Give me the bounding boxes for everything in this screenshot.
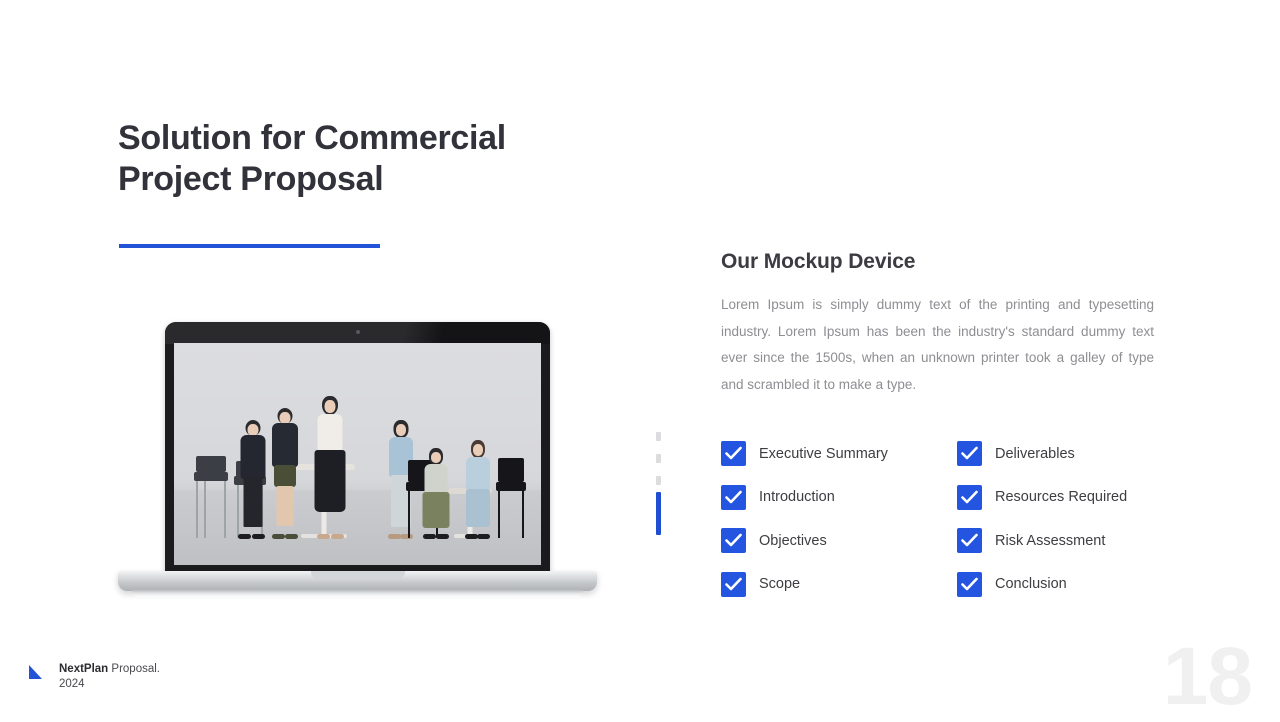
brand-logo-icon	[28, 665, 48, 684]
brand-name: NextPlan	[59, 663, 109, 675]
laptop-mockup	[118, 322, 597, 597]
checklist-label: Risk Assessment	[995, 532, 1106, 549]
title-accent-rule	[119, 244, 380, 248]
checklist-label: Conclusion	[995, 576, 1067, 593]
checklist-item[interactable]: Deliverables	[957, 432, 1161, 476]
chair	[496, 458, 526, 539]
checklist-label: Resources Required	[995, 489, 1128, 506]
person-figure	[462, 440, 494, 540]
content-column: Our Mockup Device Lorem Ipsum is simply …	[721, 250, 1157, 398]
checkbox-checked-icon[interactable]	[957, 484, 982, 510]
person-figure	[236, 420, 270, 540]
checklist-label: Deliverables	[995, 445, 1075, 462]
progress-indicator[interactable]	[656, 432, 661, 535]
checklist-label: Objectives	[759, 532, 827, 549]
progress-dash	[656, 454, 661, 463]
stool	[194, 456, 228, 539]
screen-photo-team-meeting	[174, 343, 541, 565]
laptop-screen	[174, 343, 541, 565]
checklist: Executive Summary Deliverables Introduct…	[721, 432, 1161, 606]
footer-brand-text: NextPlan Proposal. 2024	[59, 662, 160, 691]
progress-dash	[656, 432, 661, 441]
checkbox-checked-icon[interactable]	[721, 484, 746, 510]
checklist-item[interactable]: Scope	[721, 563, 957, 607]
laptop-foot	[132, 590, 583, 597]
page-title: Solution for Commercial Project Proposal	[118, 119, 506, 198]
person-figure	[269, 408, 301, 540]
checkbox-checked-icon[interactable]	[721, 571, 746, 597]
checklist-item[interactable]: Conclusion	[957, 563, 1161, 607]
checkbox-checked-icon[interactable]	[957, 571, 982, 597]
checklist-item[interactable]: Objectives	[721, 519, 957, 563]
person-figure	[312, 396, 348, 540]
body-paragraph: Lorem Ipsum is simply dummy text of the …	[721, 297, 1154, 392]
checkbox-checked-icon[interactable]	[721, 528, 746, 554]
slide-canvas: Solution for Commercial Project Proposal	[0, 0, 1280, 720]
checklist-item[interactable]: Executive Summary	[721, 432, 957, 476]
laptop-lid	[165, 322, 550, 574]
checklist-item[interactable]: Risk Assessment	[957, 519, 1161, 563]
webcam-icon	[355, 330, 360, 334]
checklist-item[interactable]: Introduction	[721, 476, 957, 520]
section-heading: Our Mockup Device	[721, 250, 916, 273]
checklist-label: Introduction	[759, 489, 835, 506]
progress-dash	[656, 476, 661, 485]
checklist-label: Executive Summary	[759, 445, 888, 462]
footer: NextPlan Proposal. 2024	[28, 662, 160, 691]
checkbox-checked-icon[interactable]	[957, 441, 982, 467]
title-block: Solution for Commercial Project Proposal	[118, 118, 678, 200]
person-figure	[420, 448, 452, 540]
page-number: 18	[1162, 631, 1253, 722]
laptop-base	[118, 571, 597, 591]
checklist-label: Scope	[759, 576, 801, 593]
checkbox-checked-icon[interactable]	[721, 441, 746, 467]
progress-fill	[656, 492, 661, 535]
checkbox-checked-icon[interactable]	[957, 528, 982, 554]
checklist-item[interactable]: Resources Required	[957, 476, 1161, 520]
